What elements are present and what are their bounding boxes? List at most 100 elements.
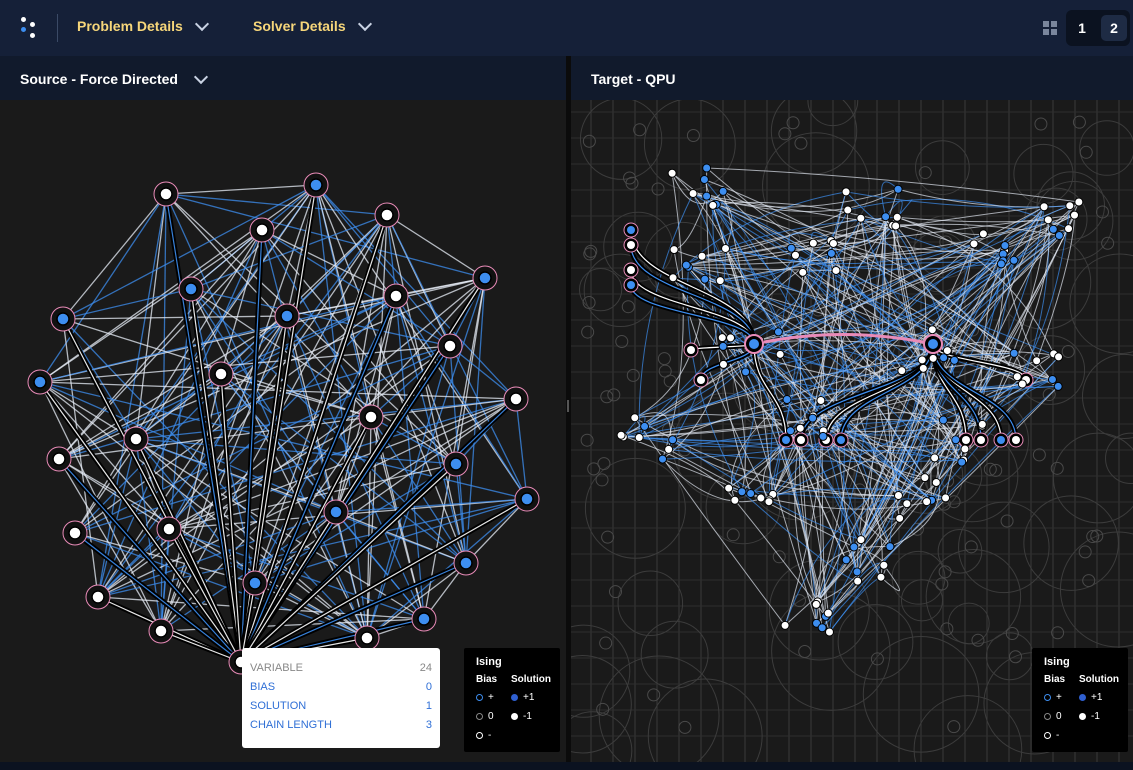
legend-bias-plus: + [1044,692,1062,703]
qubit-node [797,436,805,444]
qubit-node [837,436,845,444]
graph-node [389,289,403,303]
bias-zero-icon [1044,713,1051,720]
tooltip-row: CHAIN LENGTH 3 [250,719,432,731]
legend-bias-zero-label: 0 [1056,711,1062,722]
source-view-selector[interactable]: Source - Force Directed [20,69,209,87]
qubit-node [795,423,805,433]
qubit-node [775,349,785,359]
qubit-node [922,497,932,507]
qubit-node [816,396,826,406]
legend-bias-zero: 0 [476,711,494,722]
qubit-node [627,281,635,289]
page-2-button[interactable]: 2 [1101,15,1127,41]
qubit-node [780,620,790,630]
chevron-down-icon [193,69,209,84]
chevron-down-icon [194,16,209,31]
qubit-node [823,608,833,618]
qubit-node [941,493,951,503]
qubit-node [687,346,695,354]
legend-title: Ising [1044,656,1070,668]
qubit-node [881,212,891,222]
solution-plus-icon [511,694,518,701]
target-panel-header: Target - QPU [571,56,1133,100]
graph-node [248,576,262,590]
legend-solution-minus-label: -1 [523,711,532,722]
qubit-node [668,435,678,445]
graph-node [329,505,343,519]
qubit-node [969,239,979,249]
tooltip-row: BIAS 0 [250,681,432,693]
qubit-node [746,488,756,498]
qubit-node [824,627,834,637]
header-divider [57,14,58,42]
qubit-node [1064,224,1074,234]
legend-bias-zero: 0 [1044,711,1062,722]
qubit-node [697,376,705,384]
qubit-node [717,333,727,343]
qubit-node [702,191,712,201]
qubit-node [667,168,677,178]
qubit-node [930,453,940,463]
qubit-node [808,413,818,423]
solution-minus-icon [1079,713,1086,720]
qubit-node [715,276,725,286]
legend-bias-header: Bias [476,674,498,685]
qubit-node [978,229,988,239]
qubit-node [885,542,895,552]
legend-bias-minus-label: - [488,730,492,741]
qubit-node [718,359,728,369]
qubit-node [697,251,707,261]
solver-details-menu[interactable]: Solver Details [253,16,372,34]
qubit-node [627,241,635,249]
qubit-node [931,477,941,487]
graph-node [91,590,105,604]
qubit-node [927,325,937,335]
graph-node [449,457,463,471]
graph-node [520,492,534,506]
qubit-node [949,355,959,365]
qubit-node [669,245,679,255]
legend-bias-header: Bias [1044,674,1066,685]
qubit-node [852,567,862,577]
qubit-node [828,238,838,248]
qubit-node [1047,374,1057,384]
graph-node [159,187,173,201]
qubit-node [841,555,851,565]
app-logo-icon[interactable] [18,16,42,40]
qubit-node [960,444,970,454]
tooltip-value: 1 [425,700,432,712]
qubit-node [817,623,827,633]
problem-details-label: Problem Details [77,18,183,34]
page-1-button[interactable]: 1 [1069,15,1095,41]
qubit-node [917,355,927,365]
tooltip-key: BIAS [250,681,276,693]
problem-details-menu[interactable]: Problem Details [77,16,209,34]
qubit-node [849,542,859,552]
qubit-node [700,274,710,284]
qubit-node [726,333,736,343]
graph-node [33,375,47,389]
qubit-node [1009,255,1019,265]
graph-node [280,309,294,323]
qubit-node [938,415,948,425]
target-panel-title-wrap: Target - QPU [591,71,676,87]
legend-title: Ising [476,656,502,668]
graph-node [459,556,473,570]
qubit-node [773,327,783,337]
qubit-node [942,346,952,356]
resize-handle-icon[interactable] [567,400,569,412]
graph-node [443,339,457,353]
layout-grid-icon[interactable] [1043,21,1057,35]
legend-bias-minus: - [1044,730,1059,741]
bias-zero-icon [476,713,483,720]
qubit-node [879,560,889,570]
source-panel-title: Source - Force Directed [20,71,178,87]
legend-solution-header: Solution [511,674,551,685]
graph-node [380,208,394,222]
qubit-node [996,259,1006,269]
qubit-node [853,576,863,586]
qubit-node [718,186,728,196]
graph-node [309,178,323,192]
graph-node [184,282,198,296]
